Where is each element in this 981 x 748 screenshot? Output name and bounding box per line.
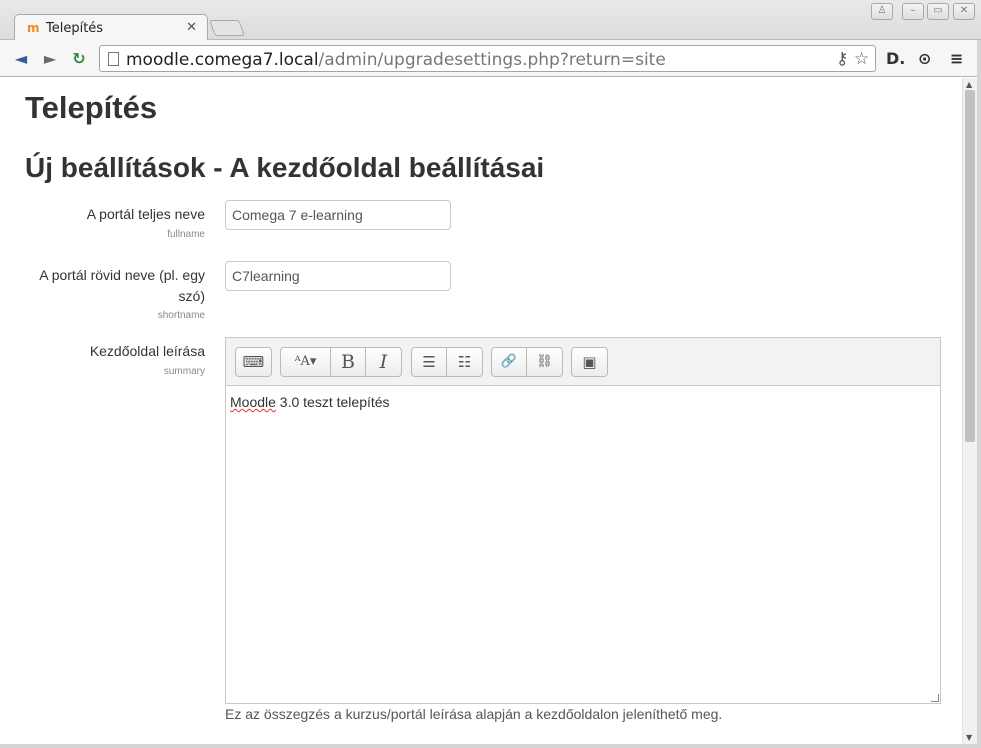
- browser-titlebar: m Telepítés ✕ ♙ – ▭ ✕: [0, 0, 981, 41]
- toolbar-group-lists: ☰ ☷: [411, 347, 483, 377]
- window-border-bottom: [0, 744, 981, 748]
- unordered-list-icon[interactable]: ☰: [412, 348, 447, 376]
- editor-text: 3.0 teszt telepítés: [275, 394, 390, 410]
- page-scrollbar[interactable]: ▲ ▼: [962, 78, 977, 744]
- summary-helper-text: Ez az összegzés a kurzus/portál leírása …: [225, 706, 723, 722]
- minimize-button[interactable]: –: [902, 3, 924, 20]
- shortname-input[interactable]: [225, 261, 451, 291]
- fullname-sub: fullname: [167, 229, 205, 240]
- scroll-up-icon[interactable]: ▲: [966, 80, 972, 89]
- tab-title: Telepítés: [46, 21, 104, 36]
- page-title: Telepítés: [25, 90, 158, 125]
- italic-icon[interactable]: I: [366, 348, 401, 376]
- moodle-favicon-icon: m: [27, 21, 40, 35]
- ordered-list-icon[interactable]: ☷: [447, 348, 482, 376]
- bold-icon[interactable]: B: [331, 348, 366, 376]
- back-button[interactable]: ◄: [10, 48, 32, 70]
- user-profile-button[interactable]: ♙: [871, 3, 893, 20]
- window-border-right: [977, 40, 981, 748]
- font-style-icon[interactable]: ᴬA▾: [281, 348, 331, 376]
- scroll-down-icon[interactable]: ▼: [966, 733, 972, 742]
- toolbar-group-media: ▣: [571, 347, 608, 377]
- new-tab-button[interactable]: [209, 20, 245, 36]
- page-content: Telepítés Új beállítások - A kezdőoldal …: [0, 78, 962, 744]
- image-icon[interactable]: ▣: [572, 348, 607, 376]
- summary-sub: summary: [163, 366, 205, 377]
- unlink-icon[interactable]: ⛓: [527, 348, 562, 376]
- address-bar[interactable]: moodle.comega7.local/admin/upgradesettin…: [99, 45, 876, 72]
- fullname-label: A portál teljes neve: [86, 206, 205, 222]
- shortname-sub: shortname: [157, 310, 205, 321]
- editor-content[interactable]: Moodle 3.0 teszt telepítés: [226, 387, 940, 703]
- shortname-label: A portál rövid neve (pl. egy szó): [39, 267, 205, 304]
- close-window-button[interactable]: ✕: [953, 3, 975, 20]
- extension-search-icon[interactable]: ⊙: [918, 49, 931, 68]
- section-title: Új beállítások - A kezdőoldal beállítása…: [25, 152, 545, 183]
- key-icon[interactable]: ⚷: [836, 49, 848, 69]
- bookmark-star-icon[interactable]: ☆: [854, 49, 869, 69]
- toolbar-group-toggle: ⌨: [235, 347, 272, 377]
- browser-menu-icon[interactable]: ≡: [950, 49, 963, 68]
- scroll-thumb[interactable]: [965, 90, 975, 442]
- toolbar-group-links: 🔗 ⛓: [491, 347, 563, 377]
- link-icon[interactable]: 🔗: [492, 348, 527, 376]
- toolbar-group-style: ᴬA▾ B I: [280, 347, 402, 377]
- resize-grip-icon[interactable]: [931, 694, 939, 702]
- spell-error-word: Moodle: [230, 394, 276, 410]
- summary-label: Kezdőoldal leírása: [89, 343, 205, 359]
- browser-tab[interactable]: m Telepítés ✕: [14, 14, 208, 41]
- toolbar-toggle-icon[interactable]: ⌨: [236, 348, 271, 376]
- tab-close-icon[interactable]: ✕: [186, 20, 197, 35]
- reload-button[interactable]: ↻: [68, 48, 90, 70]
- editor-toolbar: ⌨ ᴬA▾ B I ☰ ☷ 🔗 ⛓ ▣: [226, 338, 940, 386]
- url-path: /admin/upgradesettings.php?return=site: [318, 50, 666, 70]
- extension-d-icon[interactable]: D.: [886, 49, 905, 68]
- maximize-button[interactable]: ▭: [927, 3, 949, 20]
- url-text[interactable]: moodle.comega7.local/admin/upgradesettin…: [126, 50, 666, 70]
- forward-button[interactable]: ►: [39, 48, 61, 70]
- summary-editor: ⌨ ᴬA▾ B I ☰ ☷ 🔗 ⛓ ▣ Moodle 3.0 teszt tel…: [225, 337, 941, 704]
- fullname-input[interactable]: [225, 200, 451, 230]
- browser-toolbar: ◄ ► ↻ moodle.comega7.local/admin/upgrade…: [0, 40, 981, 77]
- page-icon: [108, 52, 119, 66]
- url-host: moodle.comega7.local: [126, 50, 319, 70]
